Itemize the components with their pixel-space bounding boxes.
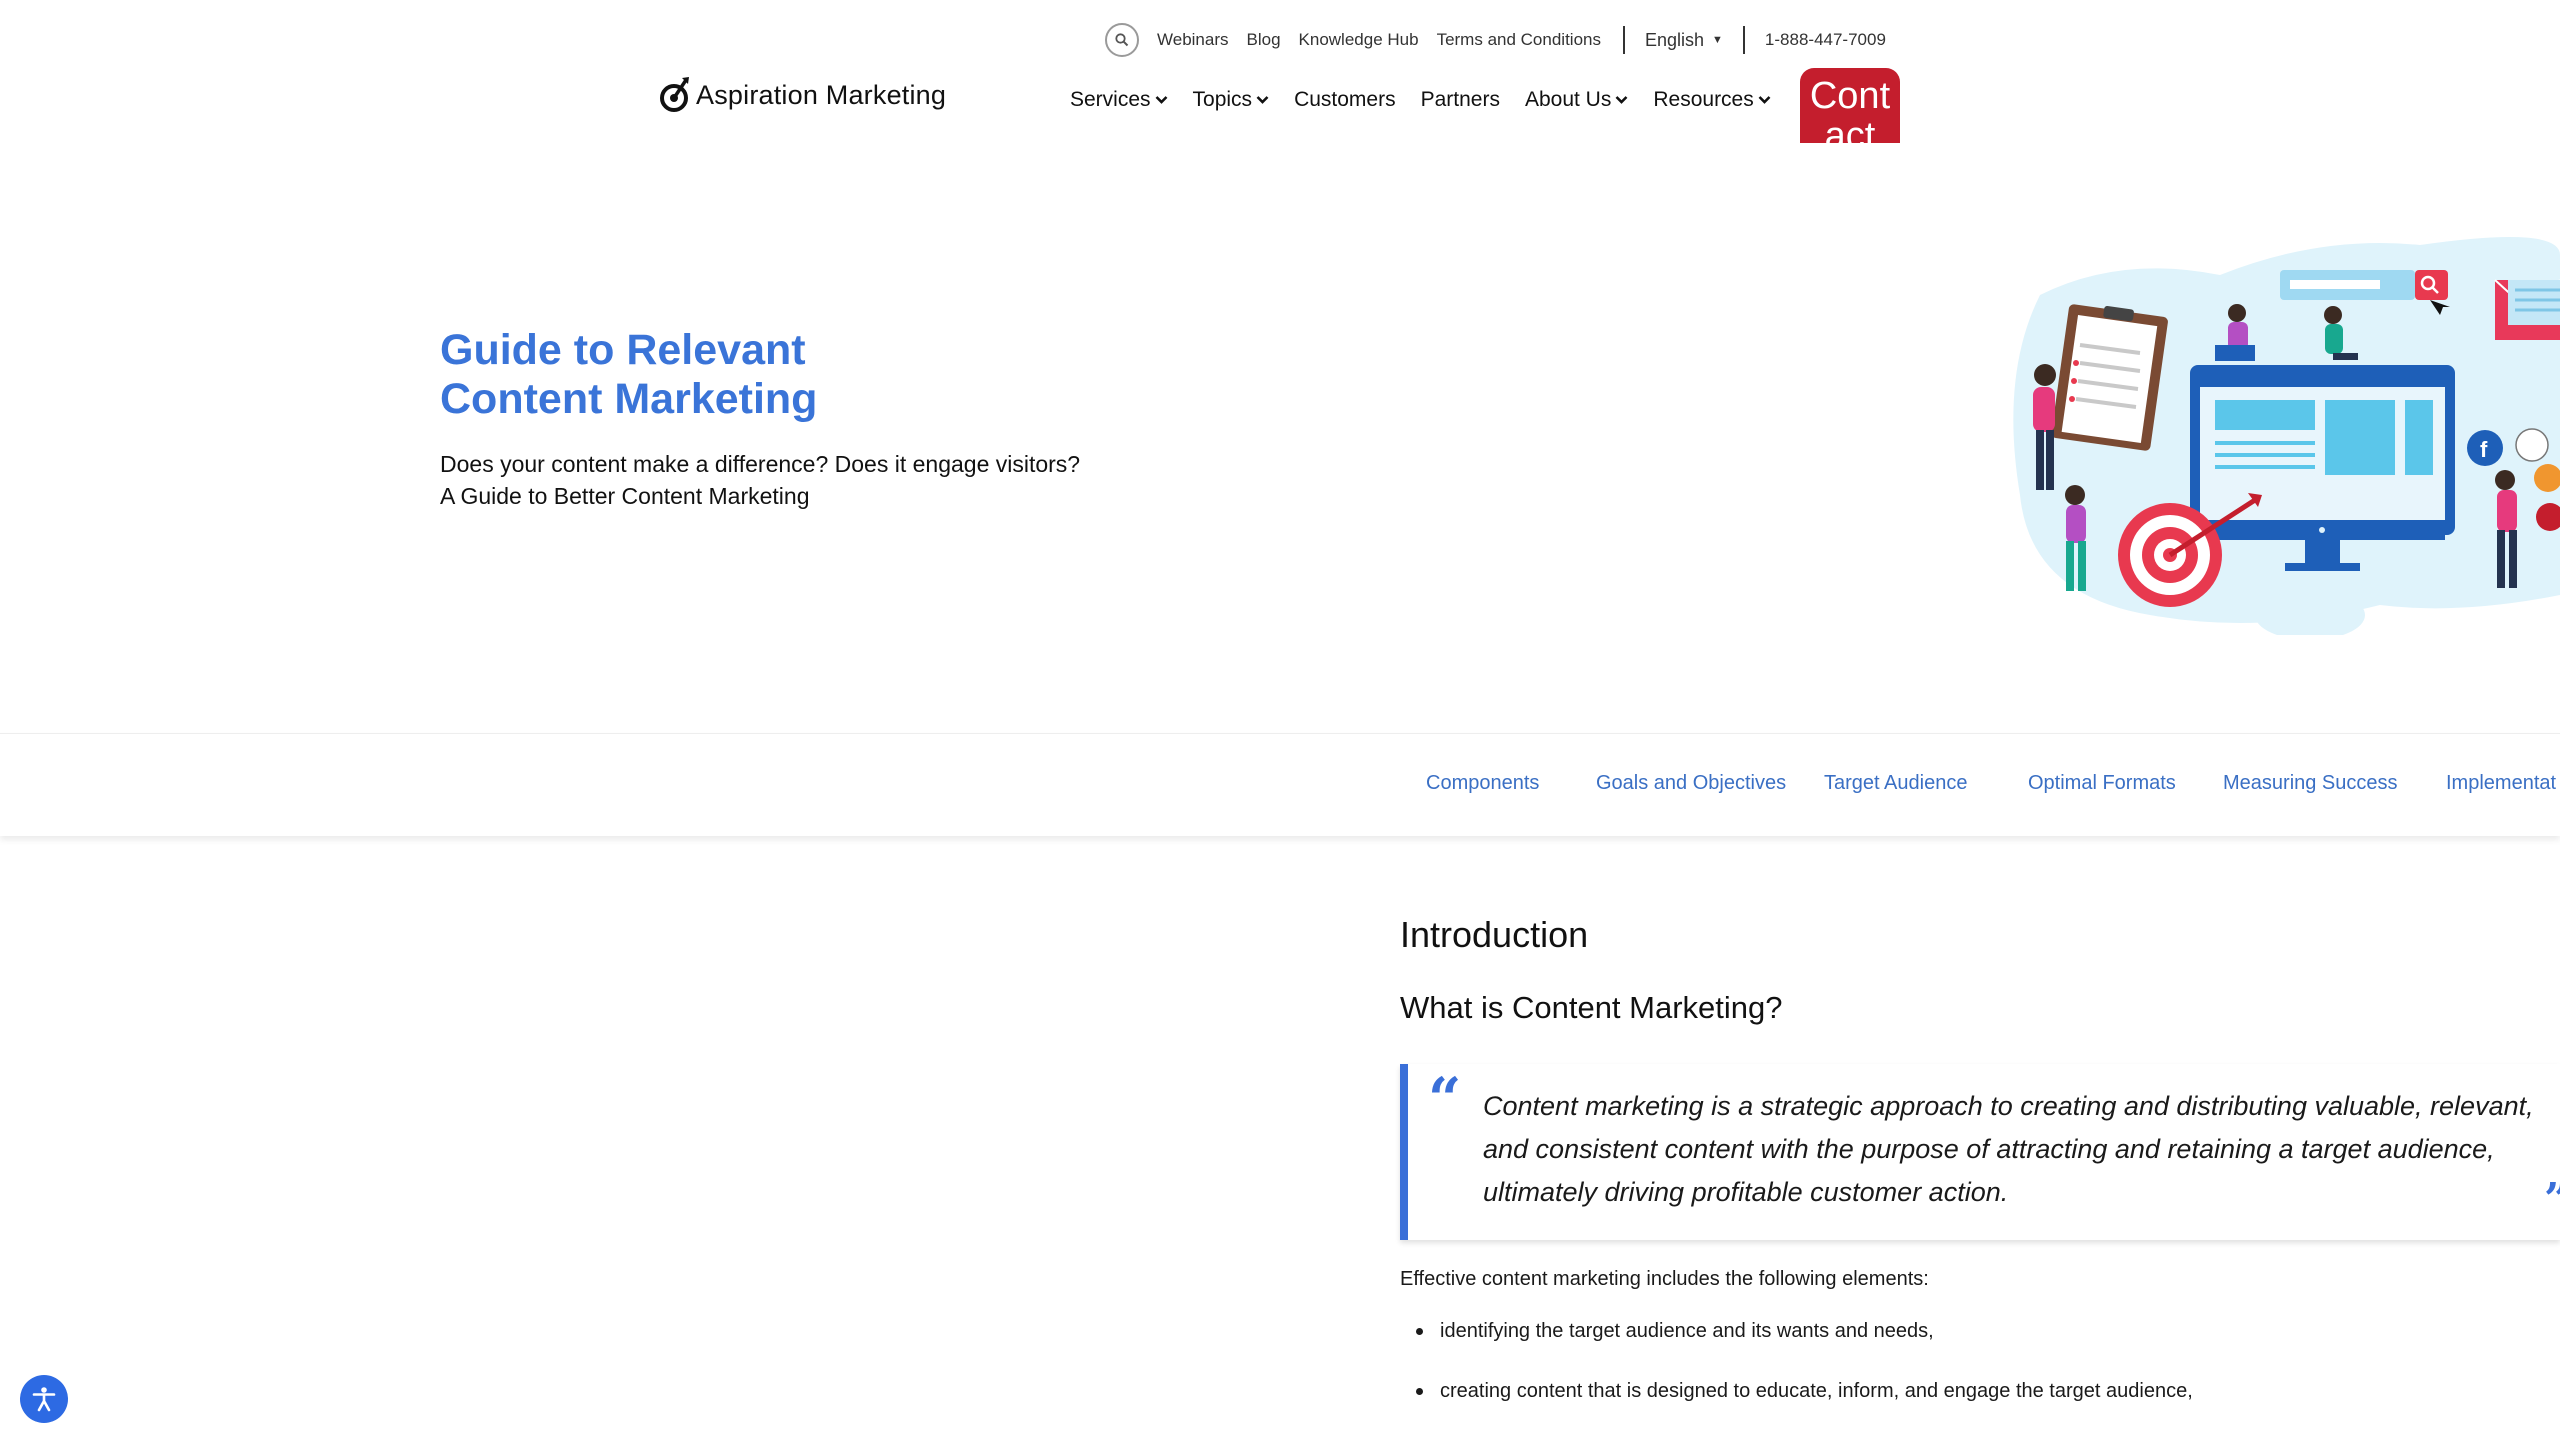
tab-goals-and-objectives[interactable]: Goals and Objectives	[1596, 772, 1786, 795]
nav-label: Topics	[1192, 88, 1253, 111]
accessibility-icon	[32, 1387, 56, 1412]
nav-label: Resources	[1653, 88, 1754, 111]
chevron-down-icon	[1758, 96, 1771, 104]
accessibility-button[interactable]	[20, 1375, 68, 1423]
hero-illustration: f	[2013, 237, 2560, 635]
search-icon	[1115, 33, 1129, 47]
elements-list: identifying the target audience and its …	[1400, 1318, 2193, 1438]
section-nav	[0, 733, 2560, 836]
tab-implementation[interactable]: Implementat	[2446, 772, 2556, 795]
logo[interactable]: Aspiration Marketing	[660, 76, 946, 114]
tab-components[interactable]: Components	[1426, 772, 1539, 795]
quote-close-icon: ”	[2544, 1178, 2560, 1222]
contact-button[interactable]: Cont act	[1800, 68, 1900, 143]
quote-text: Content marketing is a strategic approac…	[1483, 1085, 2543, 1214]
subtitle-line: A Guide to Better Content Marketing	[440, 483, 810, 509]
intro-heading: Introduction	[1400, 914, 1589, 955]
search-button[interactable]	[1105, 23, 1139, 57]
utility-bar: Webinars Blog Knowledge Hub Terms and Co…	[1105, 22, 1904, 58]
quote-open-icon: “	[1428, 1065, 1462, 1133]
contact-label-line2: act	[1824, 115, 1876, 143]
chevron-down-icon	[1615, 96, 1628, 104]
util-link-terms[interactable]: Terms and Conditions	[1437, 30, 1601, 50]
logo-text: Aspiration Marketing	[696, 79, 947, 110]
page-title: Guide to Relevant Content Marketing	[440, 326, 1000, 424]
util-link-webinars[interactable]: Webinars	[1157, 30, 1229, 50]
logo-mark-icon	[660, 77, 689, 112]
phone-link[interactable]: 1-888-447-7009	[1765, 30, 1886, 50]
nav-item-resources[interactable]: Resources	[1653, 88, 1771, 112]
title-line: Guide to Relevant	[440, 326, 806, 374]
divider	[1742, 26, 1745, 54]
svg-text:f: f	[2480, 437, 2488, 462]
nav-label: Services	[1070, 88, 1151, 111]
list-item: creating content that is designed to edu…	[1400, 1378, 2193, 1438]
nav-item-services[interactable]: Services	[1070, 88, 1168, 112]
divider	[1622, 26, 1625, 54]
what-heading: What is Content Marketing?	[1400, 990, 1783, 1025]
title-line: Content Marketing	[440, 375, 818, 423]
quote-line: Content marketing is a strategic approac…	[1483, 1091, 2534, 1121]
tab-measuring-success[interactable]: Measuring Success	[2223, 772, 2398, 795]
quote-line: ultimately driving profitable customer a…	[1483, 1177, 2009, 1207]
tab-optimal-formats[interactable]: Optimal Formats	[2028, 772, 2176, 795]
main-nav: Services Topics Customers Partners About…	[1070, 88, 1796, 112]
nav-item-topics[interactable]: Topics	[1193, 88, 1270, 112]
nav-item-about-us[interactable]: About Us	[1525, 88, 1628, 112]
tab-target-audience[interactable]: Target Audience	[1824, 772, 1967, 795]
nav-label: Customers	[1294, 88, 1396, 111]
language-selector[interactable]: English ▼	[1645, 30, 1723, 51]
subtitle-line: Does your content make a difference? Doe…	[440, 451, 1081, 477]
contact-label-line1: Cont	[1809, 75, 1891, 117]
elements-intro: Effective content marketing includes the…	[1400, 1268, 1929, 1290]
quote-line: and consistent content with the purpose …	[1483, 1134, 2495, 1164]
chevron-down-icon	[1256, 96, 1269, 104]
nav-label: About Us	[1524, 88, 1612, 111]
nav-item-partners[interactable]: Partners	[1421, 88, 1500, 112]
language-label: English	[1644, 29, 1705, 50]
util-link-knowledge-hub[interactable]: Knowledge Hub	[1299, 30, 1419, 50]
chevron-down-icon	[1155, 96, 1167, 104]
nav-label: Partners	[1420, 88, 1500, 111]
caret-down-icon: ▼	[1712, 34, 1723, 46]
util-link-blog[interactable]: Blog	[1247, 30, 1281, 50]
hero-subtitle: Does your content make a difference? Doe…	[440, 448, 1240, 512]
list-item: identifying the target audience and its …	[1400, 1318, 2193, 1378]
nav-item-customers[interactable]: Customers	[1294, 88, 1396, 112]
